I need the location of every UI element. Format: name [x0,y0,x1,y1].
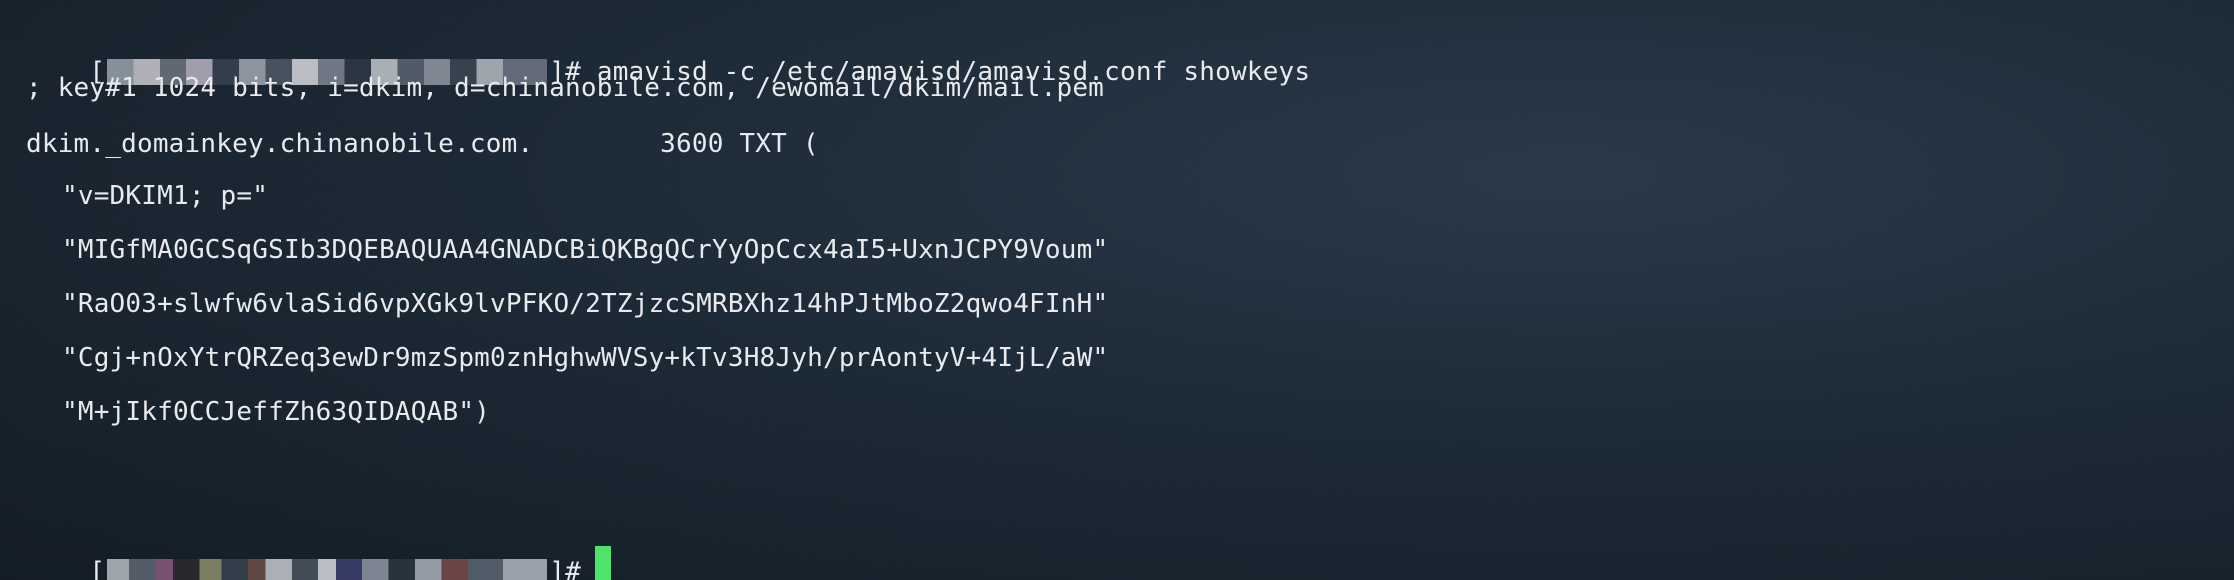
output-key-part-4: "M+jIkf0CCJeffZh63QIDAQAB") [62,397,491,427]
terminal-window[interactable]: [ ]# amavisd -c /etc/amavisd/amavisd.con… [0,0,2234,580]
output-key-part-1: "MIGfMA0GCSqGSIb3DQEBAQUAA4GNADCBiQKBgQC… [62,235,1109,265]
prompt-close: ]# [549,557,581,580]
active-prompt-line[interactable]: [ ]# [26,506,611,580]
output-key-info: ; key#1 1024 bits, i=dkim, d=chinanobile… [26,73,1105,103]
output-key-part-2: "RaO03+slwfw6vlaSid6vpXGk9lvPFKO/2TZjzcS… [62,289,1109,319]
redacted-hostname [107,559,548,580]
output-key-part-3: "Cgj+nOxYtrQRZeq3ewDr9mzSpm0znHghwWVSy+k… [62,343,1109,373]
prompt: [ ]# [89,546,611,580]
text-cursor [595,546,611,580]
prompt-open-bracket: [ [89,557,106,580]
command-line: [ ]# amavisd -c /etc/amavisd/amavisd.con… [26,12,1310,87]
output-dkim-version: "v=DKIM1; p=" [62,181,269,211]
output-dns-record: dkim._domainkey.chinanobile.com. 3600 TX… [26,129,819,159]
